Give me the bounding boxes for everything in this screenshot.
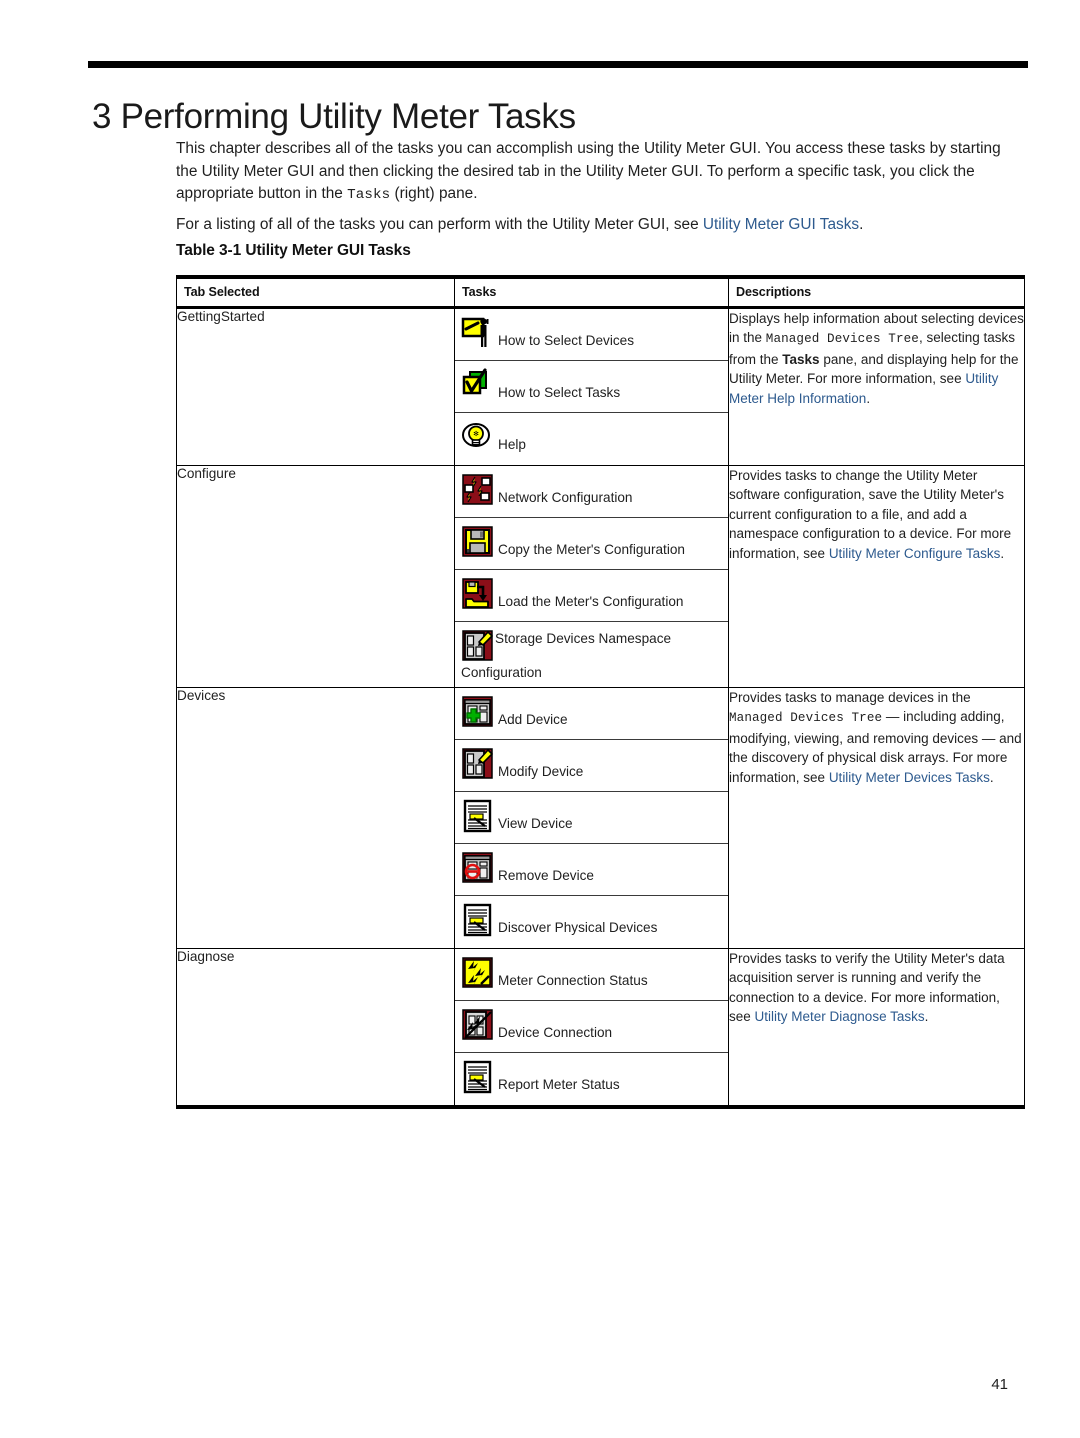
column-header-tab-selected: Tab Selected (176, 275, 455, 309)
link-utility-meter-devices-tasks[interactable]: Utility Meter Devices Tasks (829, 770, 990, 785)
task-item-modify-device[interactable]: Modify Device (455, 740, 728, 792)
task-item-discover-physical-devices[interactable]: Discover Physical Devices (455, 896, 728, 948)
column-header-tasks: Tasks (454, 275, 729, 309)
desc-part-1: Provides tasks to manage devices in the (729, 690, 971, 705)
page-title: 3 Performing Utility Meter Tasks (92, 97, 576, 137)
cell-tab-configure: Configure (176, 465, 455, 688)
view-device-icon (461, 799, 495, 833)
cell-tab-devices: Devices (176, 687, 455, 949)
task-label: Load the Meter's Configuration (498, 594, 684, 609)
cell-tab-gettingstarted: GettingStarted (176, 307, 455, 466)
task-item-view-device[interactable]: View Device (455, 792, 728, 844)
chapter-top-rule (88, 61, 1028, 68)
task-item-add-device[interactable]: Add Device (455, 688, 728, 740)
cell-description-devices: Provides tasks to manage devices in the … (728, 687, 1025, 949)
cell-tasks-gettingstarted: How to Select Devices How to Select Task… (454, 307, 729, 466)
task-label: How to Select Tasks (498, 385, 621, 400)
task-item-load-meters-configuration[interactable]: Load the Meter's Configuration (455, 570, 728, 622)
task-item-remove-device[interactable]: Remove Device (455, 844, 728, 896)
cell-tasks-devices: Add Device Modify Device View Device Rem… (454, 687, 729, 949)
table-row: Configure Network Configuration Copy the… (176, 465, 1025, 688)
floppy-save-icon (461, 525, 495, 559)
task-label: Report Meter Status (498, 1077, 620, 1092)
column-header-descriptions: Descriptions (728, 275, 1025, 309)
cell-tab-diagnose: Diagnose (176, 948, 455, 1109)
desc-part-4: . (1000, 545, 1005, 561)
task-label: Help (498, 437, 526, 452)
cell-description-diagnose: Provides tasks to verify the Utility Met… (728, 948, 1025, 1109)
modify-device-icon (461, 747, 495, 781)
desc-part-4: . (924, 1009, 929, 1025)
table-row: GettingStarted How to Select Devices How… (176, 307, 1025, 466)
intro-p1-part2: (right) pane. (390, 185, 478, 203)
cell-tasks-configure: Network Configuration Copy the Meter's C… (454, 465, 729, 688)
floppy-load-folder-icon (461, 577, 495, 611)
task-label: How to Select Devices (498, 333, 634, 348)
task-label: Discover Physical Devices (498, 920, 658, 935)
table-caption: Table 3-1 Utility Meter GUI Tasks (176, 242, 411, 259)
intro-text: This chapter describes all of the tasks … (176, 138, 1024, 236)
intro-p1-mono: Tasks (347, 187, 391, 204)
network-configuration-icon (461, 473, 495, 507)
desc-mono-managed-devices-tree: Managed Devices Tree (765, 332, 919, 347)
page-number: 41 (991, 1376, 1008, 1393)
document-page: 3 Performing Utility Meter Tasks This ch… (0, 0, 1080, 1438)
storage-namespace-icon (461, 629, 495, 663)
select-devices-icon (461, 316, 495, 350)
task-label: Device Connection (498, 1025, 613, 1040)
cell-tasks-diagnose: Meter Connection Status Device Connectio… (454, 948, 729, 1109)
report-meter-status-icon (461, 1060, 495, 1094)
task-item-meter-connection-status[interactable]: Meter Connection Status (455, 949, 728, 1001)
remove-device-icon (461, 851, 495, 885)
task-item-help[interactable]: ✻ Help (455, 413, 728, 465)
intro-p2-part2: . (859, 215, 864, 233)
intro-paragraph-1: This chapter describes all of the tasks … (176, 138, 1024, 207)
task-item-device-connection[interactable]: Device Connection (455, 1001, 728, 1053)
task-label: Network Configuration (498, 490, 633, 505)
select-tasks-icon (461, 368, 495, 402)
task-item-report-meter-status[interactable]: Report Meter Status (455, 1053, 728, 1105)
task-item-select-tasks[interactable]: How to Select Tasks (455, 361, 728, 413)
desc-bold-tasks: Tasks (782, 351, 820, 367)
cell-description-configure: Provides tasks to change the Utility Met… (728, 465, 1025, 688)
link-utility-meter-diagnose-tasks[interactable]: Utility Meter Diagnose Tasks (755, 1009, 925, 1024)
intro-paragraph-2: For a listing of all of the tasks you ca… (176, 214, 1024, 237)
device-connection-icon (461, 1008, 495, 1042)
task-label: Meter Connection Status (498, 973, 648, 988)
intro-p2-part1: For a listing of all of the tasks you ca… (176, 215, 703, 233)
task-label: View Device (498, 816, 573, 831)
task-label: Remove Device (498, 868, 594, 883)
add-device-icon (461, 695, 495, 729)
task-label: Modify Device (498, 764, 584, 779)
link-utility-meter-configure-tasks[interactable]: Utility Meter Configure Tasks (829, 546, 1001, 561)
desc-mono-managed-devices-tree: Managed Devices Tree (729, 711, 883, 726)
meter-connection-status-icon (461, 956, 495, 990)
task-label: Add Device (498, 712, 568, 727)
task-item-storage-devices-namespace-configuration[interactable]: Storage Devices Namespace Configuration (455, 622, 728, 687)
link-utility-meter-gui-tasks[interactable]: Utility Meter GUI Tasks (703, 216, 859, 233)
cell-description-gettingstarted: Displays help information about selectin… (728, 307, 1025, 466)
utility-meter-gui-tasks-table: Tab Selected Tasks Descriptions GettingS… (176, 275, 1025, 1109)
task-label: Copy the Meter's Configuration (498, 542, 685, 557)
svg-text:✻: ✻ (473, 430, 479, 438)
intro-p1-part1: This chapter describes all of the tasks … (176, 140, 1001, 203)
task-item-select-devices[interactable]: How to Select Devices (455, 309, 728, 361)
table-header-row: Tab Selected Tasks Descriptions (176, 275, 1025, 309)
task-item-network-configuration[interactable]: Network Configuration (455, 466, 728, 518)
desc-part-4: . (866, 390, 871, 406)
task-item-copy-meters-configuration[interactable]: Copy the Meter's Configuration (455, 518, 728, 570)
discover-physical-devices-icon (461, 903, 495, 937)
help-lightbulb-icon: ✻ (461, 420, 495, 454)
table-row: Devices Add Device Modify Device View De… (176, 687, 1025, 949)
table-row: Diagnose Meter Connection Status Device … (176, 948, 1025, 1109)
desc-part-4: . (989, 769, 994, 785)
